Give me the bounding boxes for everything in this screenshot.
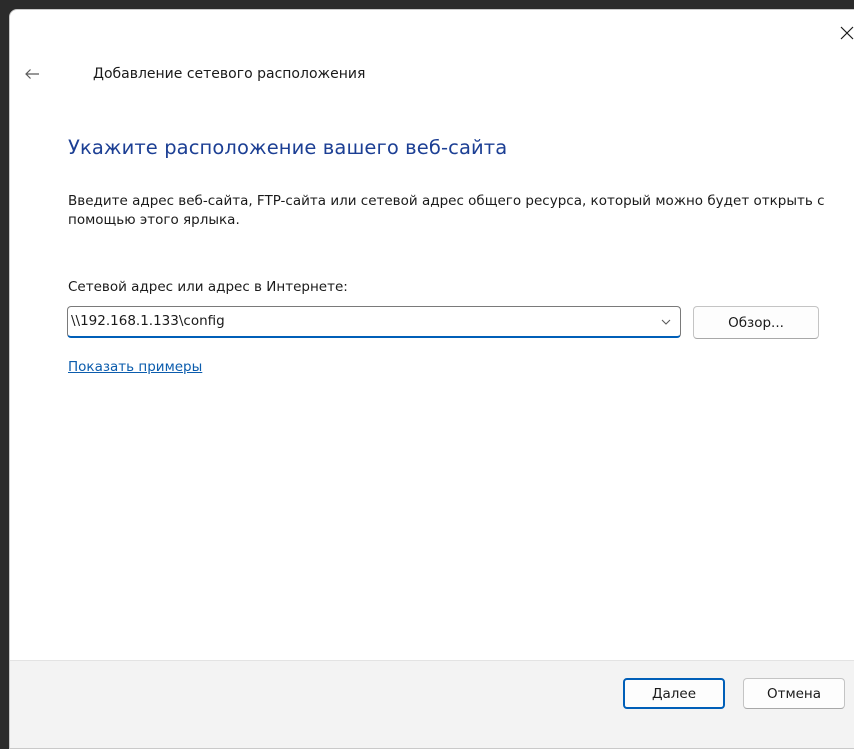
wizard-title: Добавление сетевого расположения [93, 66, 366, 82]
chevron-down-icon [661, 319, 671, 325]
next-button[interactable]: Далее [623, 678, 725, 709]
add-network-location-dialog: Добавление сетевого расположения Укажите… [9, 9, 854, 749]
arrow-left-icon [25, 69, 39, 79]
close-button[interactable] [832, 18, 854, 48]
back-button[interactable] [18, 62, 46, 86]
instructions-text: Введите адрес веб-сайта, FTP-сайта или с… [68, 193, 825, 228]
cancel-button[interactable]: Отмена [743, 678, 845, 709]
dialog-footer [10, 660, 854, 748]
page-heading: Укажите расположение вашего веб-сайта [68, 136, 508, 159]
address-input[interactable]: \\192.168.1.133\config [71, 313, 225, 329]
dropdown-button[interactable] [656, 312, 676, 332]
browse-button[interactable]: Обзор... [693, 306, 819, 339]
address-combobox[interactable]: \\192.168.1.133\config [67, 306, 681, 338]
show-examples-link[interactable]: Показать примеры [68, 359, 202, 375]
close-icon [840, 26, 854, 40]
address-field-label: Сетевой адрес или адрес в Интернете: [68, 279, 348, 295]
